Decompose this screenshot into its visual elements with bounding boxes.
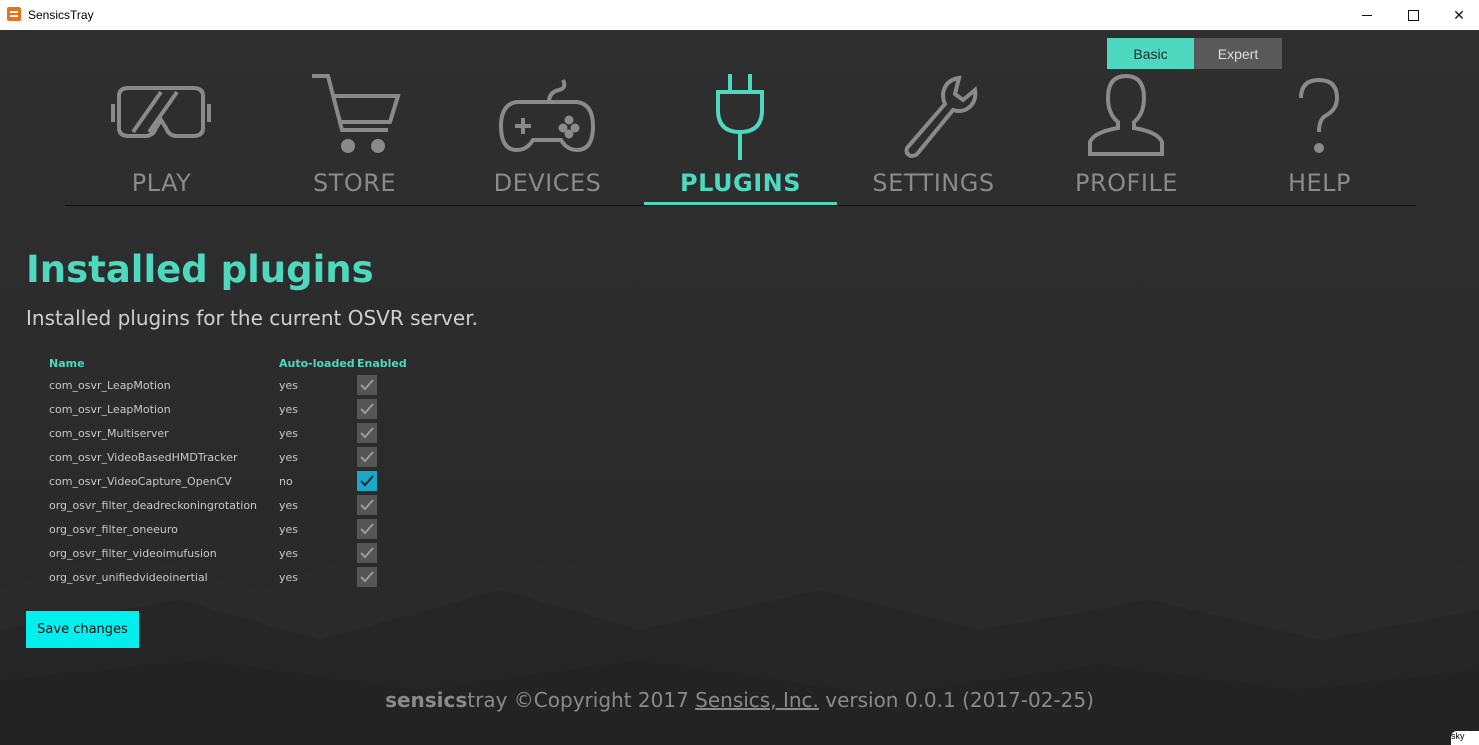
- checkmark-icon: [360, 547, 374, 559]
- app-body: Basic Expert PLAY STORE DEVICES PLUGINS …: [0, 30, 1479, 745]
- nav-label: DEVICES: [493, 169, 602, 197]
- page-title: Installed plugins: [26, 248, 374, 291]
- footer-brand-rest: tray: [467, 688, 508, 712]
- cart-icon: [312, 74, 401, 153]
- tray-corner-badge: sky: [1451, 731, 1479, 745]
- plugin-name: com_osvr_LeapMotion: [49, 379, 171, 392]
- nav-label: STORE: [312, 169, 397, 197]
- checkmark-icon: [360, 571, 374, 583]
- plugin-enabled-checkbox[interactable]: [357, 567, 377, 587]
- plugin-name: org_osvr_unifiedvideoinertial: [49, 571, 208, 584]
- nav-plugins[interactable]: PLUGINS: [644, 66, 837, 206]
- nav-settings[interactable]: SETTINGS: [837, 66, 1030, 206]
- checkmark-icon: [360, 451, 374, 463]
- table-row: org_osvr_unifiedvideoinertial yes: [49, 565, 409, 589]
- table-row: com_osvr_LeapMotion yes: [49, 397, 409, 421]
- nav-devices[interactable]: DEVICES: [451, 66, 644, 206]
- footer-copyright: ©Copyright 2017: [507, 688, 696, 712]
- nav-store[interactable]: STORE: [258, 66, 451, 206]
- plugin-enabled-checkbox[interactable]: [357, 471, 377, 491]
- plugin-auto-loaded: no: [279, 475, 293, 488]
- plugin-name: org_osvr_filter_oneeuro: [49, 523, 178, 536]
- column-header-name: Name: [49, 357, 85, 370]
- table-row: com_osvr_Multiserver yes: [49, 421, 409, 445]
- save-changes-button[interactable]: Save changes: [26, 611, 139, 648]
- maximize-icon: [1407, 9, 1419, 21]
- table-row: com_osvr_LeapMotion yes: [49, 373, 409, 397]
- plugin-enabled-checkbox[interactable]: [357, 447, 377, 467]
- plugin-auto-loaded: yes: [279, 523, 299, 536]
- table-row: org_osvr_filter_videoimufusion yes: [49, 541, 409, 565]
- checkmark-icon: [360, 403, 374, 415]
- column-header-enabled: Enabled: [357, 357, 407, 370]
- plugin-name: com_osvr_VideoBasedHMDTracker: [49, 451, 238, 464]
- nav-label: PROFILE: [1075, 169, 1178, 197]
- nav-label: PLAY: [131, 169, 192, 197]
- minimize-button[interactable]: [1344, 0, 1390, 30]
- window-titlebar: SensicsTray ✕: [0, 0, 1479, 30]
- plugin-name: com_osvr_Multiserver: [49, 427, 169, 440]
- column-header-auto-loaded: Auto-loaded: [279, 357, 355, 370]
- checkmark-icon: [360, 475, 374, 487]
- question-icon: [1299, 77, 1340, 153]
- close-button[interactable]: ✕: [1436, 0, 1479, 30]
- nav-play[interactable]: PLAY: [65, 66, 258, 206]
- plugin-auto-loaded: yes: [279, 547, 299, 560]
- nav-label: HELP: [1287, 169, 1352, 197]
- plugin-name: com_osvr_LeapMotion: [49, 403, 171, 416]
- table-row: com_osvr_VideoCapture_OpenCV no: [49, 469, 409, 493]
- wrench-icon: [904, 75, 978, 159]
- plugin-enabled-checkbox[interactable]: [357, 495, 377, 515]
- nav-help[interactable]: HELP: [1223, 66, 1416, 206]
- plugin-enabled-checkbox[interactable]: [357, 375, 377, 395]
- page-subtitle: Installed plugins for the current OSVR s…: [26, 306, 478, 330]
- checkmark-icon: [360, 499, 374, 511]
- plugin-auto-loaded: yes: [279, 427, 299, 440]
- footer: sensicstray ©Copyright 2017 Sensics, Inc…: [0, 688, 1479, 712]
- gamepad-icon: [498, 79, 596, 153]
- plug-icon: [716, 74, 764, 160]
- plugin-auto-loaded: yes: [279, 379, 299, 392]
- plugin-name: com_osvr_VideoCapture_OpenCV: [49, 475, 232, 488]
- plugin-name: org_osvr_filter_deadreckoningrotation: [49, 499, 258, 512]
- minimize-icon: [1362, 14, 1372, 16]
- app-icon: [7, 7, 21, 21]
- plugin-enabled-checkbox[interactable]: [357, 423, 377, 443]
- checkmark-icon: [360, 523, 374, 535]
- plugin-auto-loaded: yes: [279, 499, 299, 512]
- plugin-enabled-checkbox[interactable]: [357, 543, 377, 563]
- nav-label: SETTINGS: [872, 169, 995, 197]
- window-title: SensicsTray: [28, 8, 94, 22]
- user-icon: [1088, 73, 1164, 156]
- nav-profile[interactable]: PROFILE: [1030, 66, 1223, 206]
- table-row: org_osvr_filter_oneeuro yes: [49, 517, 409, 541]
- plugin-auto-loaded: yes: [279, 451, 299, 464]
- maximize-button[interactable]: [1390, 0, 1436, 30]
- footer-brand-bold: sensics: [385, 688, 468, 712]
- close-icon: ✕: [1453, 6, 1465, 23]
- plugin-enabled-checkbox[interactable]: [357, 399, 377, 419]
- checkmark-icon: [360, 427, 374, 439]
- plugin-enabled-checkbox[interactable]: [357, 519, 377, 539]
- vr-headset-icon: [111, 86, 211, 138]
- checkmark-icon: [360, 379, 374, 391]
- table-row: org_osvr_filter_deadreckoningrotation yes: [49, 493, 409, 517]
- nav-label: PLUGINS: [679, 169, 801, 197]
- plugin-name: org_osvr_filter_videoimufusion: [49, 547, 217, 560]
- basic-mode-button[interactable]: Basic: [1107, 38, 1194, 69]
- footer-company-link[interactable]: Sensics, Inc.: [695, 688, 819, 712]
- footer-version: version 0.0.1 (2017-02-25): [818, 688, 1094, 712]
- plugin-auto-loaded: yes: [279, 571, 299, 584]
- plugin-auto-loaded: yes: [279, 403, 299, 416]
- nav-divider: [65, 205, 1416, 206]
- table-row: com_osvr_VideoBasedHMDTracker yes: [49, 445, 409, 469]
- expert-mode-button[interactable]: Expert: [1194, 38, 1282, 69]
